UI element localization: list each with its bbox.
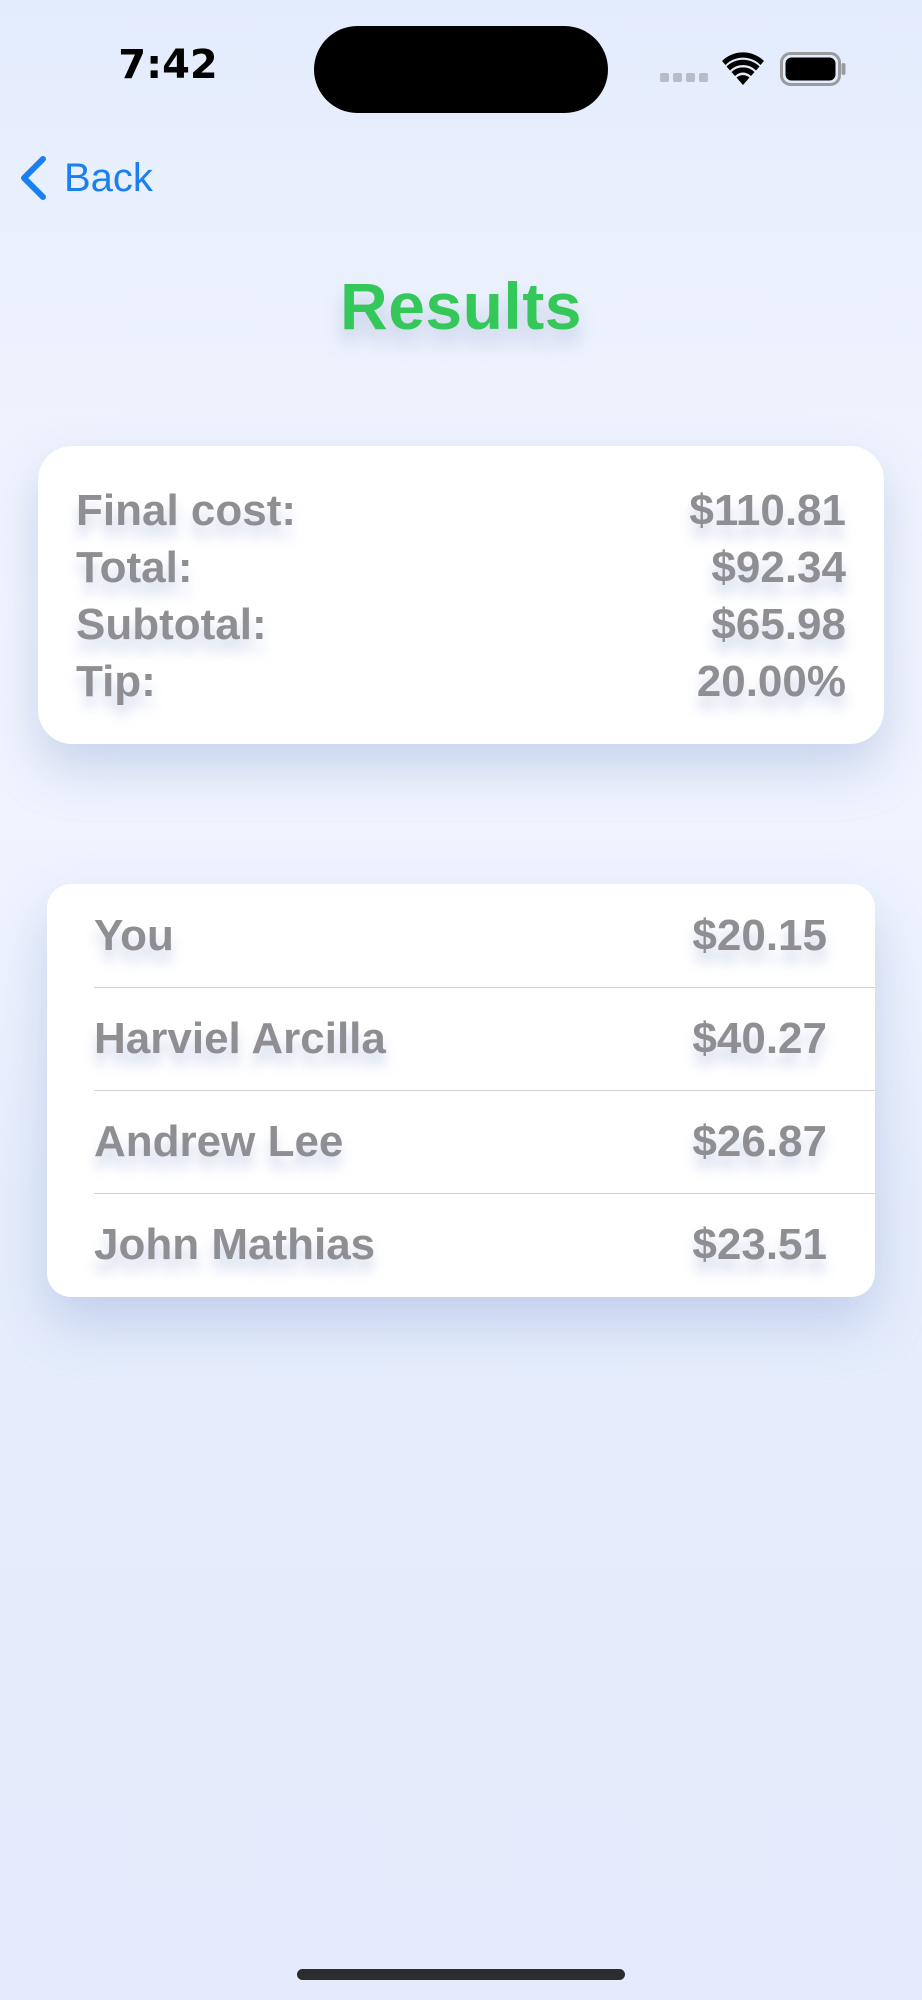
summary-row-tip: Tip: 20.00% — [76, 653, 846, 710]
summary-value: $65.98 — [711, 599, 846, 649]
person-name: Harviel Arcilla — [94, 1013, 386, 1063]
summary-label: Tip: — [76, 656, 156, 706]
wifi-icon — [722, 52, 764, 85]
person-amount: $20.15 — [692, 910, 827, 960]
summary-row-total: Total: $92.34 — [76, 539, 846, 596]
list-item[interactable]: Andrew Lee $26.87 — [47, 1090, 875, 1193]
chevron-left-icon — [21, 156, 46, 200]
person-name: You — [94, 910, 174, 960]
summary-label: Subtotal: — [76, 599, 267, 649]
dynamic-island — [314, 26, 608, 113]
back-button[interactable]: Back — [18, 150, 153, 206]
person-name: Andrew Lee — [94, 1116, 344, 1166]
back-button-label: Back — [64, 155, 153, 200]
person-amount: $26.87 — [692, 1116, 827, 1166]
home-indicator[interactable] — [297, 1969, 625, 1980]
battery-icon — [780, 52, 846, 86]
status-time: 7:42 — [118, 42, 218, 88]
summary-row-final-cost: Final cost: $110.81 — [76, 482, 846, 539]
status-bar: 7:42 — [0, 0, 922, 140]
summary-value: $92.34 — [711, 542, 846, 592]
summary-value: 20.00% — [696, 656, 846, 706]
summary-label: Total: — [76, 542, 193, 592]
summary-value: $110.81 — [689, 485, 846, 535]
list-item[interactable]: John Mathias $23.51 — [47, 1193, 875, 1296]
summary-card: Final cost: $110.81 Total: $92.34 Subtot… — [38, 446, 884, 744]
person-amount: $23.51 — [692, 1219, 827, 1269]
list-item[interactable]: You $20.15 — [47, 884, 875, 987]
summary-label: Final cost: — [76, 485, 297, 535]
person-amount: $40.27 — [692, 1013, 827, 1063]
page-title: Results — [340, 269, 582, 343]
list-item[interactable]: Harviel Arcilla $40.27 — [47, 987, 875, 1090]
summary-row-subtotal: Subtotal: $65.98 — [76, 596, 846, 653]
split-list: You $20.15 Harviel Arcilla $40.27 Andrew… — [47, 884, 875, 1297]
cellular-signal-icon — [660, 73, 708, 83]
person-name: John Mathias — [94, 1219, 376, 1269]
